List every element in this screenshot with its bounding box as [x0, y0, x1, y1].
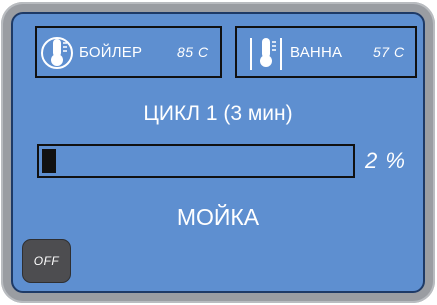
bath-sensor-panel: ВАННА 57 С — [235, 26, 417, 78]
cycle-title: ЦИКЛ 1 (3 мин) — [143, 102, 293, 125]
display-screen: БОЙЛЕР 85 С ВАННА 57 С ЦИКЛ 1 (3 мин) 2 … — [11, 12, 425, 293]
progress-bar — [37, 144, 355, 178]
bath-label: ВАННА — [290, 44, 343, 61]
bath-temperature: 57 С — [373, 44, 405, 60]
progress-bar-fill — [42, 149, 56, 173]
boiler-temperature: 85 С — [177, 44, 209, 60]
boiler-sensor-panel: БОЙЛЕР 85 С — [35, 26, 222, 78]
off-button[interactable]: OFF — [22, 239, 71, 283]
thermometer-icon — [41, 37, 73, 69]
thermometer-icon — [250, 38, 282, 70]
progress-percent: 2 % — [365, 148, 406, 173]
mode-label: МОЙКА — [176, 204, 260, 230]
boiler-label: БОЙЛЕР — [79, 44, 143, 61]
